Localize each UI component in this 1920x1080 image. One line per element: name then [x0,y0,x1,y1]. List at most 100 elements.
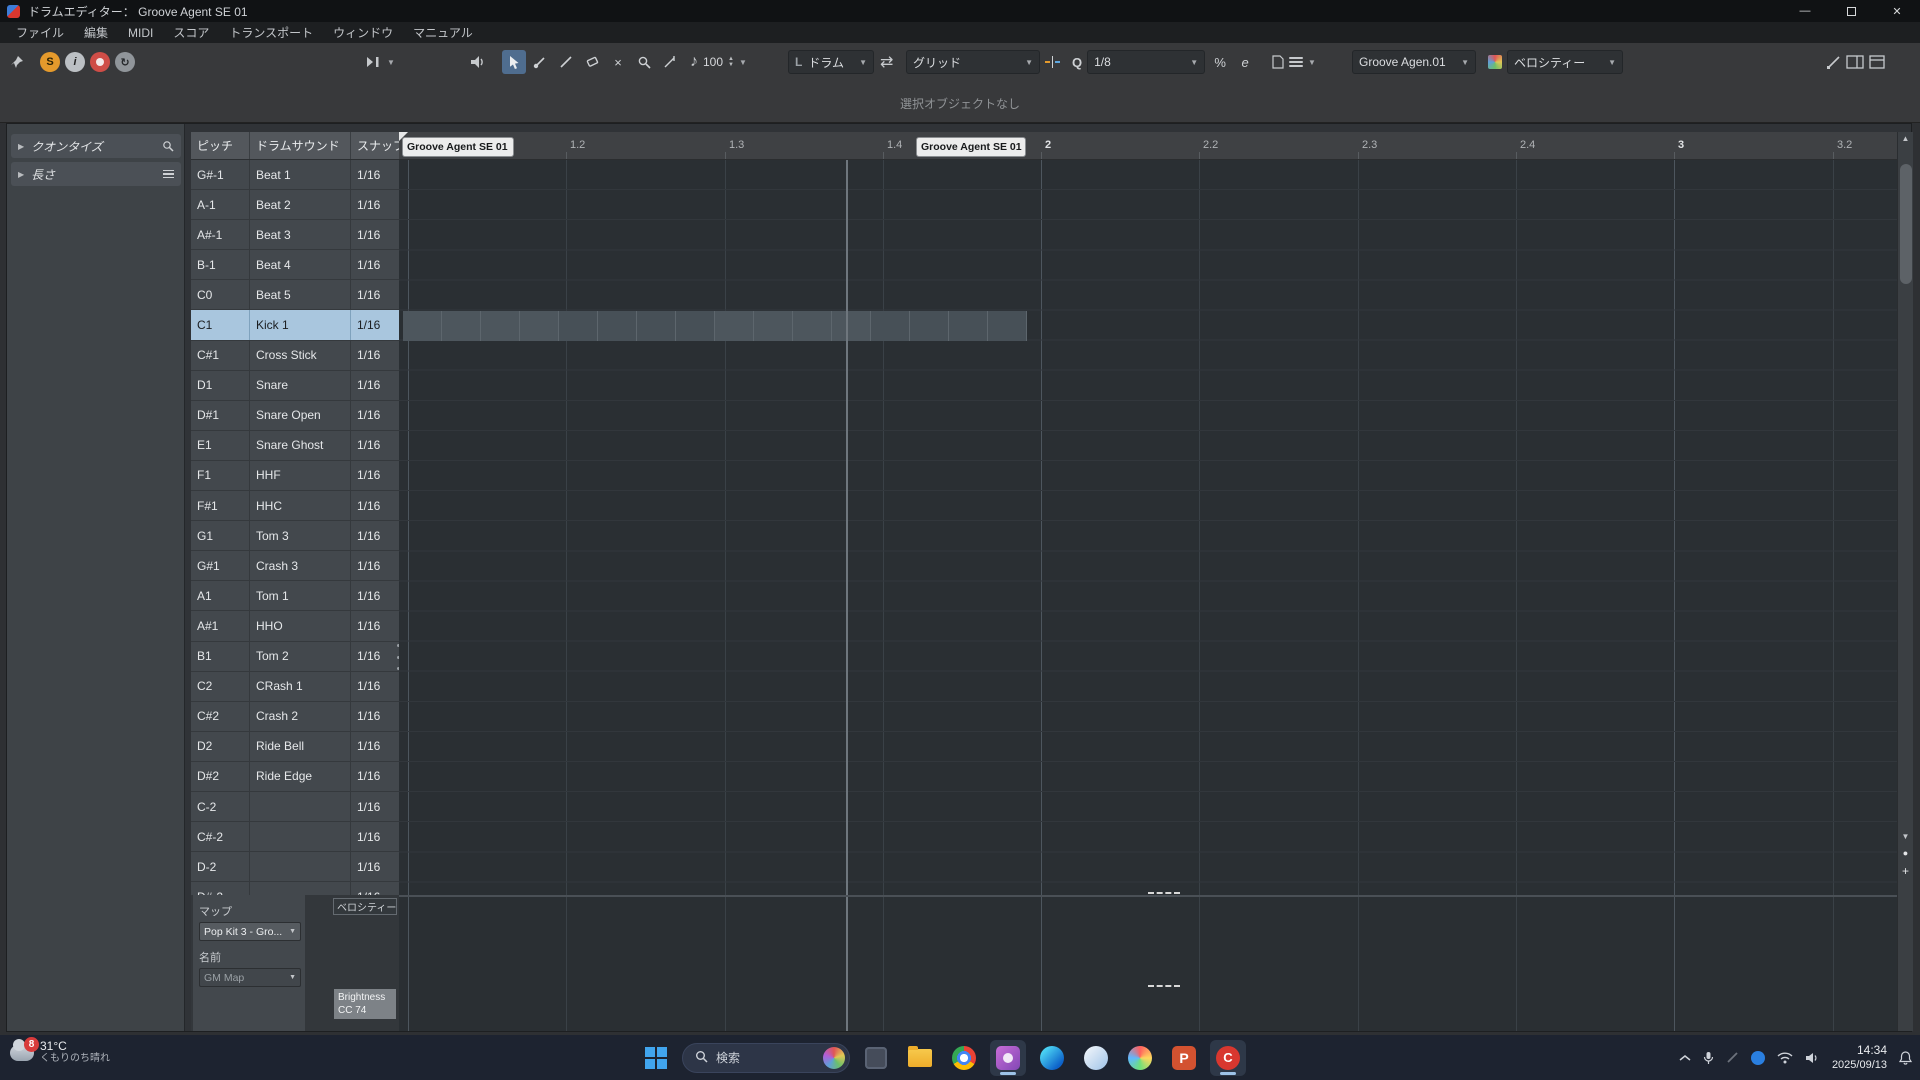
weather-widget[interactable]: 8 31°C くもりのち晴れ [10,1039,110,1065]
part-name-chip[interactable]: Groove Agent SE 01 [917,138,1025,156]
drum-row[interactable]: C#-2 1/16 [191,822,399,852]
kick-part-region[interactable] [403,311,1027,341]
search-box[interactable]: 検索 [682,1043,850,1073]
menu-item[interactable]: 編集 [74,22,118,43]
microphone-icon[interactable] [1703,1051,1714,1065]
taskbar-app-edge[interactable] [1034,1040,1070,1076]
velocity-dropdown-arrow[interactable]: ▼ [739,58,747,67]
drum-row[interactable]: C-2 1/16 [191,792,399,822]
taskbar-app-explorer[interactable] [902,1040,938,1076]
record-button[interactable] [90,52,110,72]
drum-grid-cell[interactable] [754,311,793,341]
drum-grid-cell[interactable] [676,311,715,341]
velocity-lane-label[interactable]: ベロシティー [333,898,397,915]
zoom-dot-button[interactable]: ● [1898,848,1913,858]
layers-arrow[interactable]: ▼ [1308,58,1316,67]
layers-icon[interactable] [1289,57,1303,67]
page-icon[interactable] [1272,55,1284,69]
drum-row[interactable]: G1 Tom 3 1/16 [191,521,399,551]
timeline-ruler[interactable]: 1.2 1.3 1.4 2 2.2 2.3 2.4 3 3.2Groove Ag… [399,132,1897,160]
insert-velocity-value[interactable]: 100 [703,55,723,69]
drum-row[interactable]: D#2 Ride Edge 1/16 [191,762,399,792]
drum-row[interactable]: B1 Tom 2 1/16 [191,642,399,672]
inspector-section-quantize[interactable]: ▶ クオンタイズ [11,134,181,158]
acoustic-feedback-button[interactable]: i [65,52,85,72]
zoom-tool[interactable] [632,50,656,74]
pin-icon[interactable] [10,55,24,69]
speaker-icon[interactable] [470,55,486,69]
part-name-chip[interactable]: Groove Agent SE 01 [403,138,513,156]
autoscroll-icon[interactable] [366,56,382,68]
minimize-button[interactable]: — [1782,0,1828,22]
window-layout-icon[interactable] [1869,55,1885,69]
part-selector-combo[interactable]: Groove Agen.01 ▼ [1352,50,1476,74]
select-tool[interactable] [502,50,526,74]
drum-grid-cell[interactable] [910,311,949,341]
menu-item[interactable]: ファイル [6,22,74,43]
header-snap[interactable]: スナップ [351,132,399,159]
drum-row[interactable]: C#2 Crash 2 1/16 [191,702,399,732]
cc-lane-chip[interactable]: Brightness CC 74 [334,989,396,1019]
menu-item[interactable]: ウィンドウ [323,22,403,43]
controller-lane-divider[interactable] [399,895,1897,897]
drum-row[interactable]: D2 Ride Bell 1/16 [191,732,399,762]
wifi-icon[interactable] [1777,1052,1793,1064]
drum-grid-cell[interactable] [442,311,481,341]
drum-grid-cell[interactable] [793,311,832,341]
drum-row[interactable]: C1 Kick 1 1/16 [191,310,399,340]
scrollbar-thumb[interactable] [1900,164,1912,284]
taskbar-app-cubase[interactable]: C [1210,1040,1246,1076]
drum-row[interactable]: A#-1 Beat 3 1/16 [191,220,399,250]
map-select[interactable]: Pop Kit 3 - Gro... ▼ [199,922,301,941]
drum-row[interactable]: D#-2 1/16 [191,882,399,895]
drum-grid-cell[interactable] [871,311,910,341]
quantize-q-icon[interactable]: Q [1072,55,1082,70]
trim-tool[interactable] [658,50,682,74]
maximize-button[interactable] [1828,0,1874,22]
drum-grid-cell[interactable] [559,311,598,341]
menu-item[interactable]: スコア [163,22,219,43]
pencil-line-icon[interactable] [1826,55,1841,70]
drum-grid-cell[interactable] [520,311,559,341]
header-drum-sound[interactable]: ドラムサウンド [250,132,351,159]
drum-row[interactable]: G#1 Crash 3 1/16 [191,551,399,581]
drum-grid-cell[interactable] [715,311,754,341]
taskbar-app-notepad[interactable] [858,1040,894,1076]
drum-row[interactable]: A1 Tom 1 1/16 [191,581,399,611]
drum-row[interactable]: C#1 Cross Stick 1/16 [191,341,399,371]
quantize-panel-button[interactable]: e [1235,50,1255,74]
scroll-down-arrow[interactable]: ▼ [1898,832,1913,841]
blue-app-icon[interactable] [1751,1051,1765,1065]
drum-grid-cell[interactable] [481,311,520,341]
mute-tool[interactable]: × [606,50,630,74]
tray-chevron-icon[interactable] [1679,1054,1691,1062]
drum-row[interactable]: G#-1 Beat 1 1/16 [191,160,399,190]
length-combo[interactable]: L ドラム ▼ [788,50,874,74]
drum-row[interactable]: C0 Beat 5 1/16 [191,280,399,310]
velocity-stepper[interactable]: ▲▼ [728,56,734,68]
drum-grid-cell[interactable] [403,311,442,341]
drum-grid-cell[interactable] [988,311,1027,341]
volume-icon[interactable] [1805,1052,1820,1064]
notification-bell-icon[interactable] [1899,1051,1912,1065]
drum-row[interactable]: B-1 Beat 4 1/16 [191,250,399,280]
clock[interactable]: 14:34 2025/09/13 [1832,1043,1887,1073]
loop-button[interactable]: ↻ [115,52,135,72]
double-arrow-icon[interactable]: ⇄ [880,52,893,72]
drum-row[interactable]: A#1 HHO 1/16 [191,611,399,641]
menu-item[interactable]: MIDI [118,24,163,42]
menu-item[interactable]: トランスポート [219,22,323,43]
snap-type-icon[interactable] [1045,56,1060,68]
solo-editor-button[interactable]: S [40,52,60,72]
inspector-section-length[interactable]: ▶ 長さ [11,162,181,186]
drum-row[interactable]: D1 Snare 1/16 [191,371,399,401]
name-select[interactable]: GM Map ▼ [199,968,301,987]
drum-row[interactable]: D-2 1/16 [191,852,399,882]
vertical-scrollbar[interactable]: ▲ ▼ ● + [1897,132,1913,1031]
drum-grid-cell[interactable] [637,311,676,341]
drum-row[interactable]: F1 HHF 1/16 [191,461,399,491]
start-button[interactable] [638,1040,674,1076]
drum-row[interactable]: D#1 Snare Open 1/16 [191,401,399,431]
drum-row[interactable]: E1 Snare Ghost 1/16 [191,431,399,461]
scroll-up-arrow[interactable]: ▲ [1898,134,1913,143]
